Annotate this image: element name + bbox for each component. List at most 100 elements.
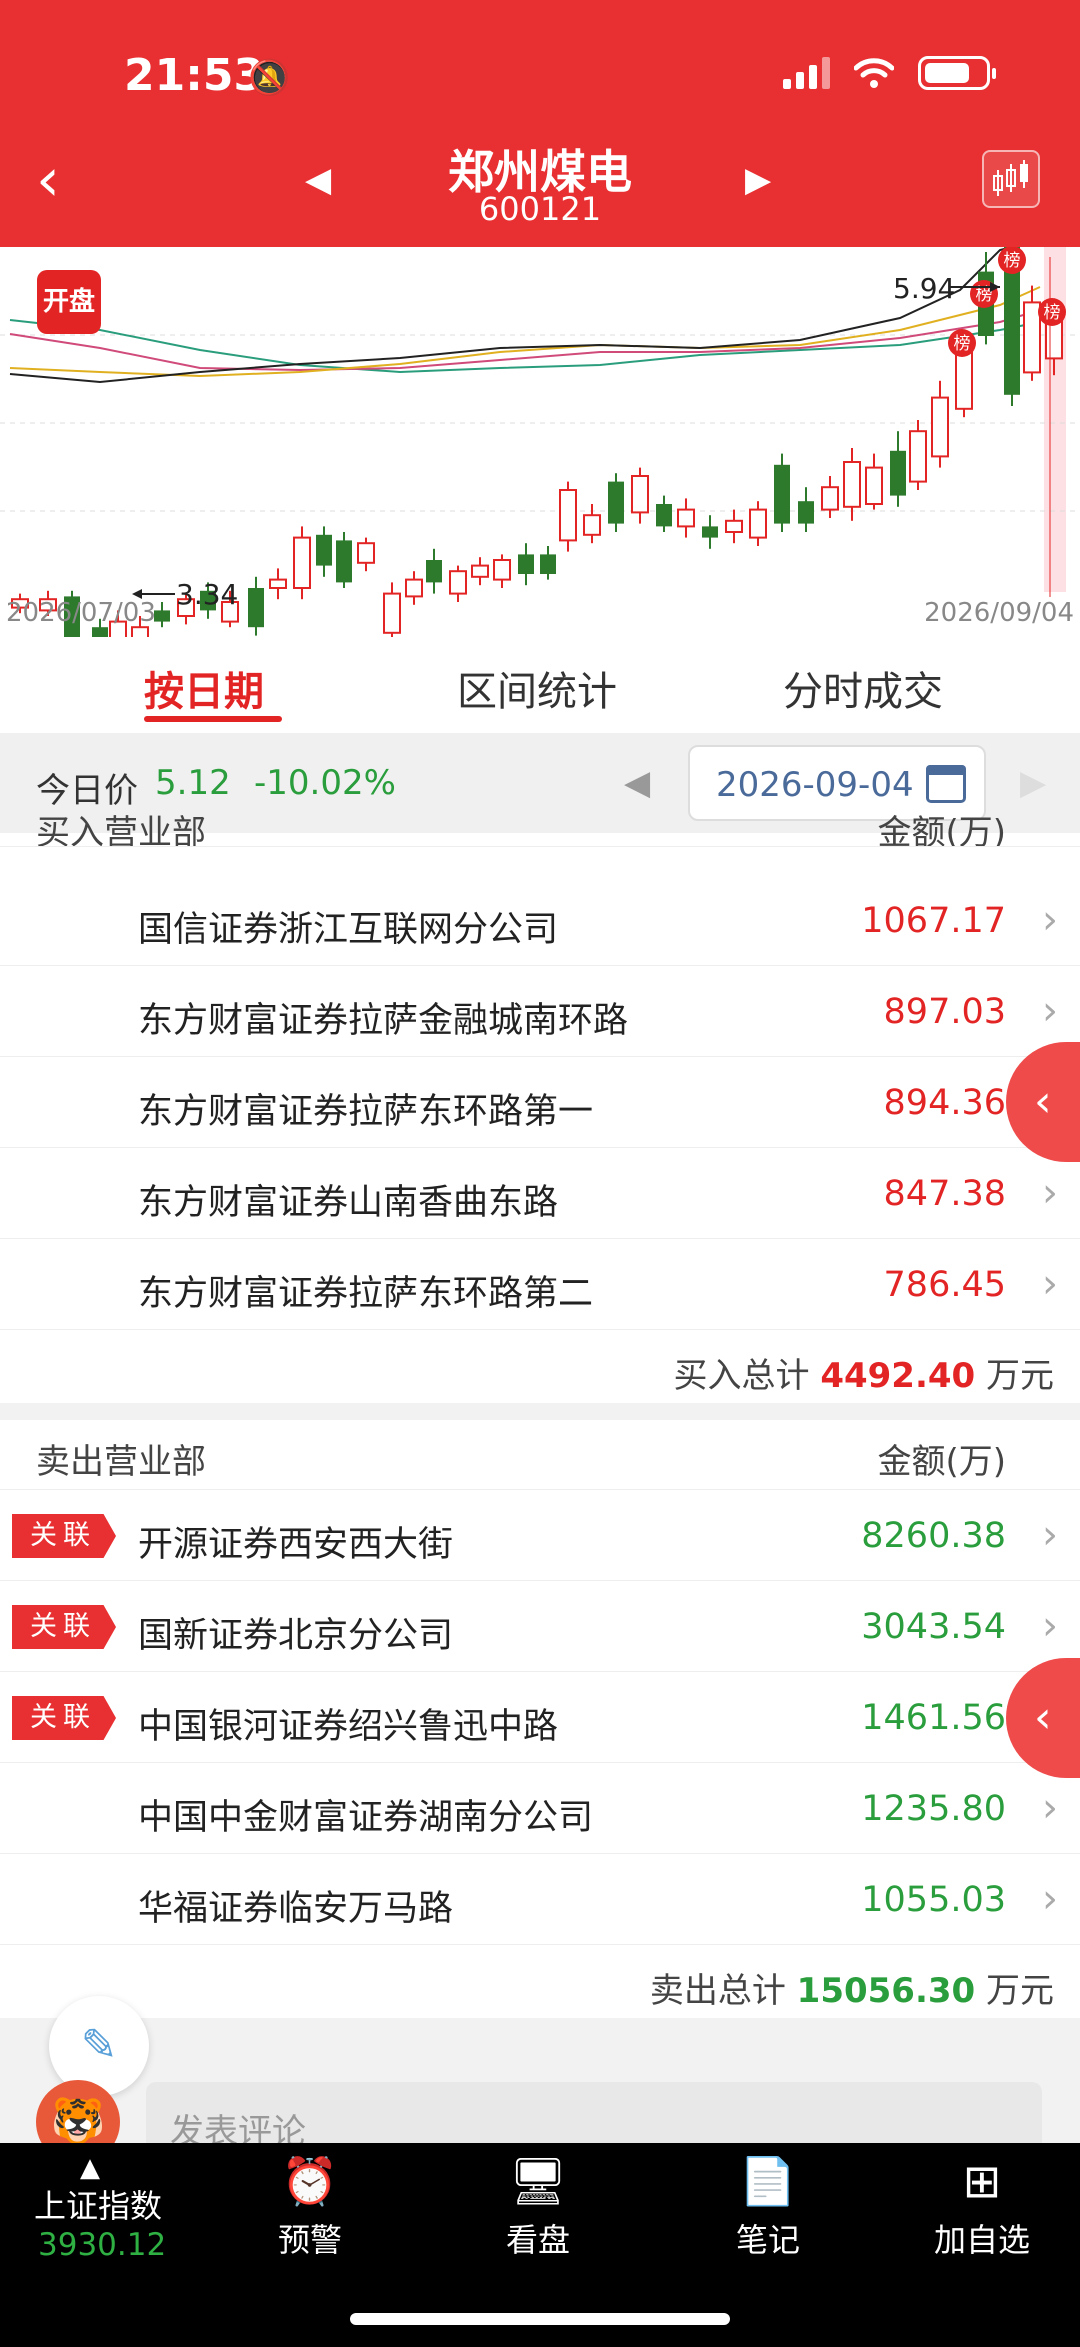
sell-header-right: 金额(万) [877, 1442, 1006, 1482]
home-indicator[interactable] [350, 2313, 730, 2325]
add-square-icon: ⊞ [962, 2154, 1002, 2208]
sell-row[interactable]: 关联 中国银河证券绍兴鲁迅中路 1461.56 › [0, 1672, 1080, 1763]
sell-total-value: 15056.30 [796, 1971, 976, 2011]
sell-row[interactable]: 关联 开源证券西安西大街 8260.38 › [0, 1490, 1080, 1581]
nav-add-watchlist[interactable]: ⊞ 加自选 [912, 2151, 1052, 2261]
kline-svg: 榜榜榜榜 [0, 247, 1080, 637]
kline-chart[interactable]: 榜榜榜榜 [0, 247, 1080, 637]
sell-amount: 3043.54 [861, 1607, 1006, 1647]
broker-name: 国新证券北京分公司 [138, 1616, 454, 1656]
candle-body [821, 486, 839, 511]
bell-off-icon: 🔕 [248, 58, 291, 98]
candle-body [798, 501, 814, 524]
candle-body [890, 450, 906, 496]
buy-header-left: 买入营业部 [36, 813, 206, 847]
broker-name: 华福证券临安万马路 [138, 1889, 454, 1929]
candle-body [540, 554, 556, 574]
sell-total: 卖出总计 15056.30 万元 [0, 1945, 1080, 2017]
tab-by-date[interactable]: 按日期 [144, 659, 264, 717]
sell-row[interactable]: 关联 国新证券北京分公司 3043.54 › [0, 1581, 1080, 1672]
nav-watch-label: 看盘 [505, 2221, 570, 2259]
chart-start-date: 2026/07/03 [6, 598, 156, 628]
buy-amount: 894.36 [883, 1083, 1006, 1123]
sell-amount: 1235.80 [861, 1789, 1006, 1829]
tab-intraday-trades[interactable]: 分时成交 [783, 659, 943, 717]
tab-interval-stats[interactable]: 区间统计 [457, 659, 617, 717]
alarm-clock-icon: ⏰ [281, 2154, 339, 2208]
broker-name: 国信证券浙江互联网分公司 [138, 910, 559, 950]
chart-end-date: 2026/09/04 [924, 598, 1074, 628]
buy-total-label: 买入总计 [673, 1356, 810, 1396]
broker-name: 东方财富证券拉萨东环路第一 [138, 1092, 594, 1132]
edit-share-icon: ✎ [80, 2020, 118, 2071]
sell-amount: 1055.03 [861, 1880, 1006, 1920]
candle-body [449, 570, 467, 595]
broker-name: 中国中金财富证券湖南分公司 [138, 1798, 594, 1838]
moving-average-line [9, 309, 1041, 372]
chevron-right-icon: › [1042, 1603, 1058, 1649]
sell-header: 卖出营业部 金额(万) [0, 1420, 1080, 1490]
buy-row[interactable]: 东方财富证券拉萨东环路第二 786.45 › [0, 1239, 1080, 1330]
chevron-right-icon: › [1042, 1876, 1058, 1922]
status-time: 21:53 [124, 50, 265, 101]
monitor-chart-icon: 🖥 [508, 2154, 568, 2208]
buy-total: 买入总计 4492.40 万元 [0, 1330, 1080, 1402]
buy-total-unit: 万元 [986, 1356, 1054, 1396]
buy-row[interactable]: 国信证券浙江互联网分公司 1067.17 › [0, 875, 1080, 966]
candle-body [518, 554, 534, 574]
billboard-marker-label: 榜 [1044, 303, 1061, 323]
chevron-right-icon: › [1042, 1170, 1058, 1216]
bottom-nav: ▲ 上证指数 3930.12 ⏰ 预警 🖥 看盘 📄 笔记 ⊞ 加自选 [0, 2143, 1080, 2347]
nav-watch[interactable]: 🖥 看盘 [468, 2151, 608, 2261]
note-icon: 📄 [739, 2154, 797, 2208]
candle-body [293, 536, 311, 590]
chevron-right-icon: › [1042, 988, 1058, 1034]
sell-row[interactable]: 华福证券临安万马路 1055.03 › [0, 1854, 1080, 1945]
related-tag: 关联 [12, 1605, 116, 1649]
buy-row[interactable]: 东方财富证券拉萨东环路第一 894.36 › [0, 1057, 1080, 1148]
wifi-icon [854, 58, 894, 88]
buy-header-right: 金额(万) [877, 813, 1006, 847]
next-date-arrow-icon[interactable]: ▶ [1020, 763, 1046, 803]
candle-body [583, 514, 601, 536]
share-edit-button[interactable]: ✎ [49, 1996, 149, 2096]
battery-icon [918, 56, 996, 90]
buy-row[interactable]: 东方财富证券拉萨金融城南环路 897.03 › [0, 966, 1080, 1057]
broker-name: 东方财富证券山南香曲东路 [138, 1183, 559, 1223]
billboard-marker-label: 榜 [1004, 251, 1021, 271]
candle-body [383, 592, 401, 634]
candlestick-icon[interactable] [982, 150, 1040, 208]
chevron-left-icon: ‹ [1034, 1692, 1052, 1743]
chevron-right-icon: › [1042, 1512, 1058, 1558]
nav-alert[interactable]: ⏰ 预警 [240, 2151, 380, 2261]
sell-total-unit: 万元 [986, 1971, 1054, 2011]
buy-total-value: 4492.40 [820, 1356, 976, 1396]
broker-name: 东方财富证券拉萨东环路第二 [138, 1274, 594, 1314]
triangle-up-icon: ▲ [80, 2153, 100, 2183]
buy-row[interactable]: 东方财富证券山南香曲东路 847.38 › [0, 1148, 1080, 1239]
high-price-label: 5.94 [893, 272, 956, 305]
buy-amount: 897.03 [883, 992, 1006, 1032]
sell-row[interactable]: 中国中金财富证券湖南分公司 1235.80 › [0, 1763, 1080, 1854]
prev-date-arrow-icon[interactable]: ◀ [624, 763, 650, 803]
index-name[interactable]: 上证指数 [34, 2181, 162, 2227]
candle-body [131, 626, 149, 637]
today-price: 5.12 [155, 763, 231, 803]
stock-code: 600121 [478, 190, 602, 228]
index-value: 3930.12 [38, 2227, 167, 2263]
candle-body [336, 540, 352, 583]
nav-add-watchlist-label: 加自选 [933, 2221, 1030, 2259]
broker-name: 中国银河证券绍兴鲁迅中路 [138, 1707, 559, 1747]
chevron-right-icon: › [1042, 897, 1058, 943]
nav-notes-label: 笔记 [735, 2221, 800, 2259]
cellular-signal-icon [783, 57, 830, 89]
date-picker-value: 2026-09-04 [716, 765, 914, 805]
calendar-icon [926, 765, 966, 803]
nav-notes[interactable]: 📄 笔记 [698, 2151, 838, 2261]
moving-average-line [9, 286, 1041, 378]
candle-body [1023, 301, 1041, 374]
open-badge[interactable]: 开盘 [37, 270, 101, 334]
candle-body [631, 475, 649, 514]
candle-body [405, 578, 423, 598]
candle-body [656, 504, 672, 527]
